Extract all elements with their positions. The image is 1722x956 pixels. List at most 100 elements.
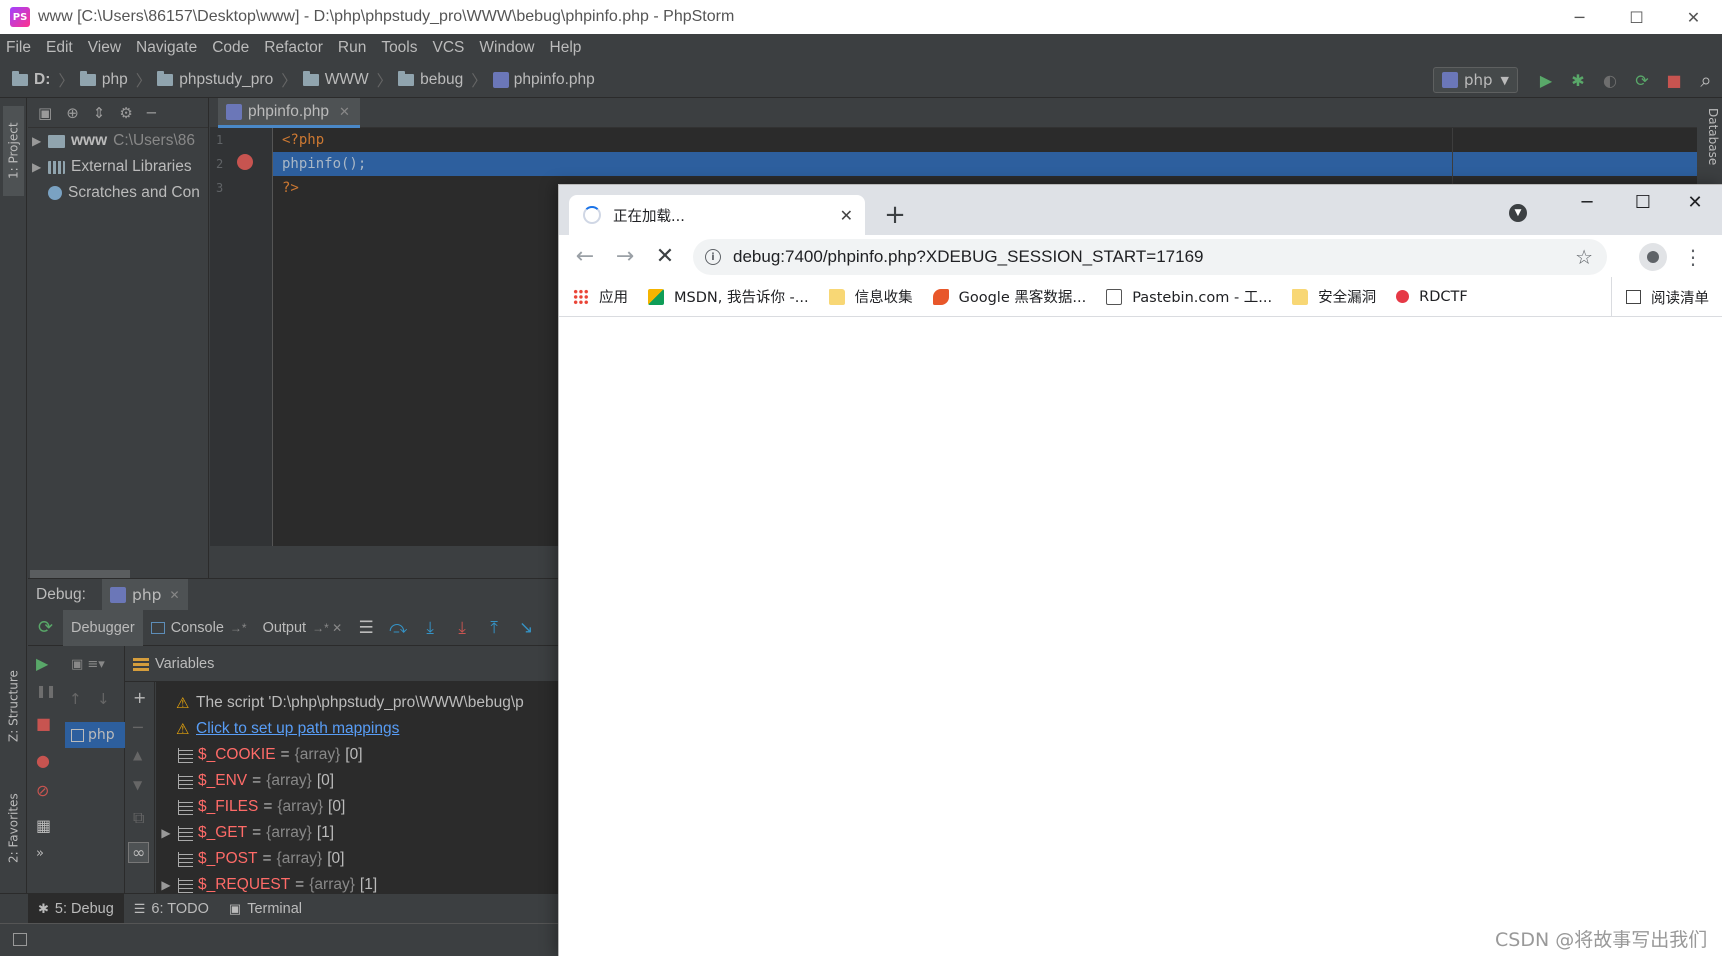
tool-windows-toggle-icon[interactable] (13, 933, 27, 946)
show-execution-point-icon[interactable]: ☰ (350, 610, 382, 646)
step-into-icon[interactable]: ⤓ (414, 610, 446, 646)
close-icon[interactable]: ✕ (170, 588, 180, 602)
frame-item[interactable]: php (65, 722, 125, 748)
move-up-icon[interactable]: ▲ (133, 748, 142, 762)
bottom-tab-todo[interactable]: ☰ 6: TODO (124, 894, 219, 924)
stop-loading-icon[interactable]: ✕ (645, 236, 685, 276)
rerun-icon[interactable]: ⟳ (28, 617, 63, 638)
profile-avatar-icon[interactable] (1639, 243, 1667, 271)
expand-arrow-icon[interactable]: ▶ (32, 160, 48, 174)
forward-icon[interactable]: → (605, 236, 645, 276)
page-content-area[interactable] (559, 317, 1722, 956)
back-icon[interactable]: ← (565, 236, 605, 276)
tree-item-www[interactable]: ▶ www C:\Users\86 (28, 128, 208, 154)
reading-list-button[interactable]: 阅读清单 (1611, 277, 1709, 317)
stop-icon[interactable]: ■ (36, 714, 51, 733)
debug-session-tab[interactable]: php ✕ (101, 578, 188, 611)
bookmark-msdn[interactable]: MSDN, 我告诉你 -... (648, 286, 809, 307)
tab-search-icon[interactable]: ▼ (1509, 204, 1527, 222)
maximize-icon[interactable]: ☐ (1608, 0, 1665, 34)
copy-icon[interactable]: ⧉ (133, 808, 144, 828)
breadcrumb-phpstudy[interactable]: phpstudy_pro 〉 (157, 69, 297, 91)
step-over-icon[interactable]: ⤼ (382, 610, 414, 646)
editor-gutter[interactable]: 1 2 3 (210, 128, 273, 546)
address-bar[interactable]: i debug:7400/phpinfo.php?XDEBUG_SESSION_… (693, 239, 1607, 275)
profile-icon[interactable]: ⟳ (1626, 62, 1658, 98)
bookmark-google-hacking[interactable]: Google 黑客数据... (932, 286, 1086, 307)
menu-code[interactable]: Code (212, 39, 249, 57)
close-icon[interactable]: ✕ (1667, 185, 1722, 219)
breadcrumb-file[interactable]: phpinfo.php (492, 71, 595, 89)
browser-tab-active[interactable]: 正在加载... ✕ (569, 195, 865, 235)
menu-view[interactable]: View (88, 39, 121, 57)
locate-icon[interactable]: ⊕ (66, 104, 79, 122)
expand-arrow-icon[interactable]: ▶ (32, 134, 48, 148)
minimize-icon[interactable]: ─ (1551, 0, 1608, 34)
tree-item-external-libraries[interactable]: ▶ External Libraries (28, 154, 208, 180)
menu-refactor[interactable]: Refactor (264, 39, 323, 57)
mute-breakpoints-icon[interactable]: ⊘ (36, 781, 49, 800)
menu-window[interactable]: Window (479, 39, 534, 57)
menu-file[interactable]: File (6, 39, 31, 57)
bookmark-rdctf[interactable]: RDCTF (1396, 289, 1468, 305)
force-step-into-icon[interactable]: ⤓ (446, 610, 478, 646)
pause-icon[interactable]: ❚❚ (36, 684, 56, 698)
tab-console[interactable]: Console →* (143, 610, 255, 646)
menu-vcs[interactable]: VCS (433, 39, 465, 57)
search-icon[interactable]: ⌕ (1690, 62, 1722, 98)
bookmark-info-collection[interactable]: 信息收集 (828, 286, 913, 307)
frame-nav-down-icon[interactable]: ↓ (97, 690, 110, 708)
menu-navigate[interactable]: Navigate (136, 39, 197, 57)
add-watch-icon[interactable]: + (133, 688, 146, 707)
site-info-icon[interactable]: i (705, 249, 721, 265)
menu-help[interactable]: Help (550, 39, 582, 57)
hide-icon[interactable]: ─ (147, 104, 156, 122)
browser-menu-icon[interactable]: ⋮ (1683, 243, 1703, 271)
bookmark-star-icon[interactable]: ☆ (1575, 245, 1593, 269)
stop-icon[interactable]: ■ (1658, 62, 1690, 98)
frame-nav-up-icon[interactable]: ↑ (69, 690, 82, 708)
gear-icon[interactable]: ⚙ (119, 104, 132, 122)
resume-icon[interactable]: ▶ (36, 654, 48, 673)
collapse-all-icon[interactable]: ⇕ (93, 104, 106, 122)
path-mappings-link[interactable]: Click to set up path mappings (196, 720, 399, 738)
project-tool-tab[interactable]: 1: Project (3, 106, 24, 196)
run-icon[interactable]: ▶ (1530, 62, 1562, 98)
tree-item-scratches[interactable]: Scratches and Con (28, 180, 208, 206)
expand-arrow-icon[interactable]: ▶ (156, 826, 176, 840)
breadcrumb-drive[interactable]: D: 〉 (12, 69, 74, 91)
structure-tool-tab[interactable]: Z: Structure (3, 658, 24, 754)
breakpoint-icon[interactable] (237, 154, 253, 170)
debug-icon[interactable]: ✱ (1562, 62, 1594, 98)
more-icon[interactable]: » (36, 846, 44, 861)
tab-debugger[interactable]: Debugger (63, 609, 143, 646)
favorites-tool-tab[interactable]: 2: Favorites (3, 778, 24, 878)
remove-watch-icon[interactable]: ─ (133, 718, 143, 737)
project-view-icon[interactable]: ▣ (38, 104, 52, 122)
new-tab-button[interactable]: + (879, 199, 911, 231)
run-configuration-select[interactable]: php ▼ (1432, 67, 1518, 93)
move-down-icon[interactable]: ▼ (133, 778, 142, 792)
breadcrumb-php[interactable]: php 〉 (79, 69, 151, 91)
show-watches-icon[interactable]: ∞ (128, 842, 150, 863)
maximize-icon[interactable]: ☐ (1615, 185, 1671, 219)
bookmark-apps[interactable]: 应用 (573, 286, 628, 307)
menu-tools[interactable]: Tools (381, 39, 417, 57)
editor-tab-phpinfo[interactable]: phpinfo.php ✕ (218, 98, 360, 128)
bottom-tab-debug[interactable]: ✱ 5: Debug (28, 893, 124, 924)
bookmark-security-vulns[interactable]: 安全漏洞 (1292, 286, 1376, 307)
url-text[interactable]: debug:7400/phpinfo.php?XDEBUG_SESSION_ST… (733, 247, 1204, 267)
project-scrollbar[interactable] (30, 570, 130, 578)
close-icon[interactable]: ✕ (339, 104, 350, 120)
view-breakpoints-icon[interactable]: ● (36, 751, 50, 770)
coverage-icon[interactable]: ◐ (1594, 62, 1626, 98)
minimize-icon[interactable]: ─ (1559, 185, 1615, 219)
expand-arrow-icon[interactable]: ▶ (156, 878, 176, 892)
breadcrumb-www[interactable]: WWW 〉 (302, 69, 392, 91)
close-icon[interactable]: ✕ (840, 206, 853, 225)
step-out-icon[interactable]: ⤒ (478, 610, 510, 646)
tab-suffix[interactable]: →* ✕ (312, 621, 342, 635)
bookmark-pastebin[interactable]: Pastebin.com - 工... (1106, 286, 1272, 307)
run-to-cursor-icon[interactable]: ↘ (510, 610, 542, 646)
frames-toolbar[interactable]: ▣ ≡▾ (63, 646, 124, 682)
